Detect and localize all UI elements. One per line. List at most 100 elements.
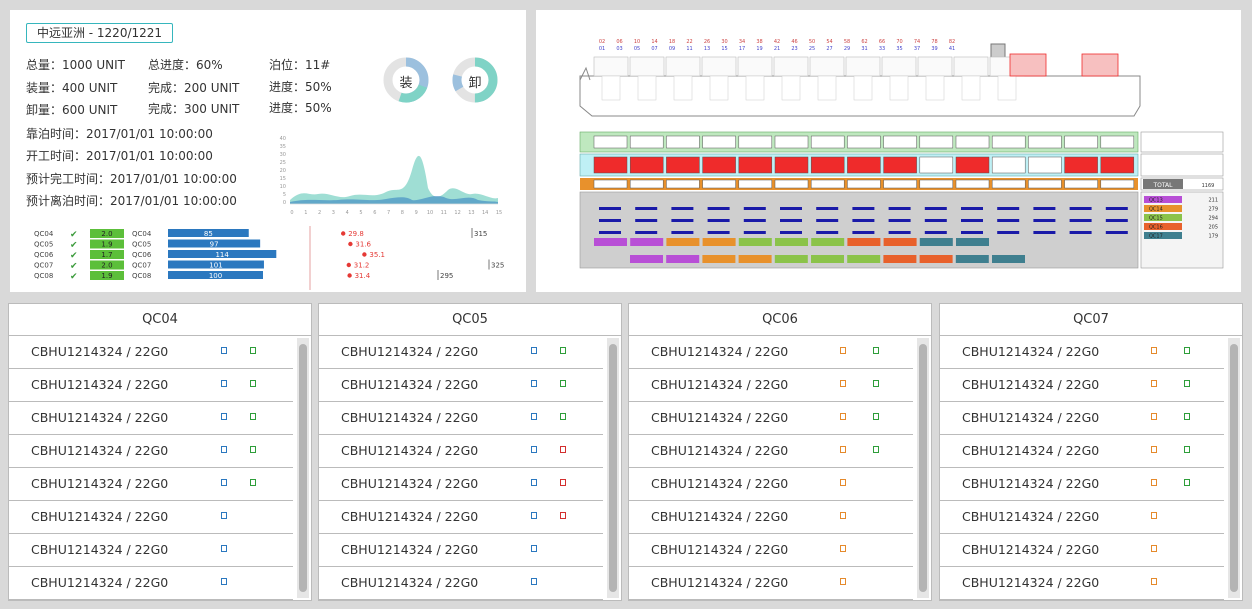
green-status-icon[interactable] (873, 347, 879, 354)
vessel-name-tag[interactable]: 中远亚洲 - 1220/1221 (26, 23, 173, 43)
orange-status-icon[interactable] (1151, 545, 1157, 552)
container-row[interactable]: CBHU1214324 / 22G0 (319, 501, 603, 534)
container-row[interactable]: CBHU1214324 / 22G0 (629, 567, 913, 600)
red-status-icon[interactable] (560, 512, 566, 519)
container-row[interactable]: CBHU1214324 / 22G0 (629, 501, 913, 534)
blue-status-icon[interactable] (221, 479, 227, 486)
blue-status-icon[interactable] (531, 578, 537, 585)
container-row[interactable]: CBHU1214324 / 22G0 (629, 435, 913, 468)
blue-status-icon[interactable] (221, 446, 227, 453)
blue-status-icon[interactable] (531, 413, 537, 420)
blue-status-icon[interactable] (531, 446, 537, 453)
orange-status-icon[interactable] (1151, 578, 1157, 585)
green-status-icon[interactable] (873, 446, 879, 453)
container-row[interactable]: CBHU1214324 / 22G0 (319, 369, 603, 402)
container-row[interactable]: CBHU1214324 / 22G0 (940, 501, 1224, 534)
scrollbar[interactable] (1228, 338, 1240, 598)
scrollbar-thumb[interactable] (609, 344, 617, 592)
green-status-icon[interactable] (1184, 413, 1190, 420)
container-row[interactable]: CBHU1214324 / 22G0 (940, 336, 1224, 369)
green-status-icon[interactable] (250, 479, 256, 486)
orange-status-icon[interactable] (840, 479, 846, 486)
blue-status-icon[interactable] (221, 380, 227, 387)
container-id: CBHU1214324 / 22G0 (31, 509, 169, 524)
scrollbar-thumb[interactable] (299, 344, 307, 592)
blue-status-icon[interactable] (531, 347, 537, 354)
red-status-icon[interactable] (560, 446, 566, 453)
green-status-icon[interactable] (560, 413, 566, 420)
orange-status-icon[interactable] (840, 446, 846, 453)
orange-status-icon[interactable] (1151, 446, 1157, 453)
blue-status-icon[interactable] (221, 512, 227, 519)
orange-status-icon[interactable] (840, 578, 846, 585)
container-row[interactable]: CBHU1214324 / 22G0 (629, 402, 913, 435)
container-row[interactable]: CBHU1214324 / 22G0 (319, 435, 603, 468)
orange-status-icon[interactable] (840, 380, 846, 387)
container-row[interactable]: CBHU1214324 / 22G0 (940, 402, 1224, 435)
orange-status-icon[interactable] (1151, 380, 1157, 387)
container-row[interactable]: CBHU1214324 / 22G0 (940, 435, 1224, 468)
green-status-icon[interactable] (873, 380, 879, 387)
scrollbar-thumb[interactable] (1230, 344, 1238, 592)
green-status-icon[interactable] (250, 446, 256, 453)
blue-status-icon[interactable] (531, 380, 537, 387)
container-row[interactable]: CBHU1214324 / 22G0 (319, 336, 603, 369)
container-id: CBHU1214324 / 22G0 (962, 443, 1100, 458)
blue-status-icon[interactable] (221, 413, 227, 420)
container-row[interactable]: CBHU1214324 / 22G0 (9, 402, 293, 435)
container-row[interactable]: CBHU1214324 / 22G0 (629, 534, 913, 567)
qc-end-value: 295 (440, 272, 453, 280)
container-row[interactable]: CBHU1214324 / 22G0 (319, 402, 603, 435)
green-status-icon[interactable] (560, 380, 566, 387)
deck-stack-red (1009, 53, 1047, 77)
container-row[interactable]: CBHU1214324 / 22G0 (940, 369, 1224, 402)
orange-status-icon[interactable] (840, 347, 846, 354)
container-row[interactable]: CBHU1214324 / 22G0 (629, 369, 913, 402)
container-row[interactable]: CBHU1214324 / 22G0 (940, 534, 1224, 567)
orange-status-icon[interactable] (840, 413, 846, 420)
green-status-icon[interactable] (1184, 347, 1190, 354)
orange-status-icon[interactable] (1151, 347, 1157, 354)
blue-status-icon[interactable] (221, 347, 227, 354)
container-row[interactable]: CBHU1214324 / 22G0 (9, 468, 293, 501)
qc-end-value: 325 (491, 262, 504, 270)
blue-status-icon[interactable] (531, 512, 537, 519)
orange-status-icon[interactable] (840, 512, 846, 519)
container-row[interactable]: CBHU1214324 / 22G0 (940, 567, 1224, 600)
green-status-icon[interactable] (1184, 479, 1190, 486)
orange-status-icon[interactable] (1151, 512, 1157, 519)
container-row[interactable]: CBHU1214324 / 22G0 (319, 534, 603, 567)
container-row[interactable]: CBHU1214324 / 22G0 (629, 336, 913, 369)
blue-status-icon[interactable] (221, 578, 227, 585)
container-row[interactable]: CBHU1214324 / 22G0 (9, 435, 293, 468)
orange-status-icon[interactable] (840, 545, 846, 552)
green-status-icon[interactable] (250, 413, 256, 420)
green-status-icon[interactable] (250, 347, 256, 354)
container-row[interactable]: CBHU1214324 / 22G0 (319, 567, 603, 600)
scrollbar[interactable] (297, 338, 309, 598)
scrollbar[interactable] (607, 338, 619, 598)
green-status-icon[interactable] (250, 380, 256, 387)
scrollbar-thumb[interactable] (919, 344, 927, 592)
scrollbar[interactable] (917, 338, 929, 598)
container-row[interactable]: CBHU1214324 / 22G0 (629, 468, 913, 501)
container-row[interactable]: CBHU1214324 / 22G0 (319, 468, 603, 501)
container-row[interactable]: CBHU1214324 / 22G0 (940, 468, 1224, 501)
container-row[interactable]: CBHU1214324 / 22G0 (9, 336, 293, 369)
container-row[interactable]: CBHU1214324 / 22G0 (9, 501, 293, 534)
cell-hold-mark (816, 207, 839, 210)
green-status-icon[interactable] (1184, 446, 1190, 453)
red-status-icon[interactable] (560, 479, 566, 486)
blue-status-icon[interactable] (221, 545, 227, 552)
container-row[interactable]: CBHU1214324 / 22G0 (9, 369, 293, 402)
green-status-icon[interactable] (873, 413, 879, 420)
green-status-icon[interactable] (560, 347, 566, 354)
orange-status-icon[interactable] (1151, 479, 1157, 486)
legend-qc-value: 205 (1208, 225, 1218, 231)
container-row[interactable]: CBHU1214324 / 22G0 (9, 534, 293, 567)
green-status-icon[interactable] (1184, 380, 1190, 387)
container-row[interactable]: CBHU1214324 / 22G0 (9, 567, 293, 600)
orange-status-icon[interactable] (1151, 413, 1157, 420)
blue-status-icon[interactable] (531, 479, 537, 486)
blue-status-icon[interactable] (531, 545, 537, 552)
